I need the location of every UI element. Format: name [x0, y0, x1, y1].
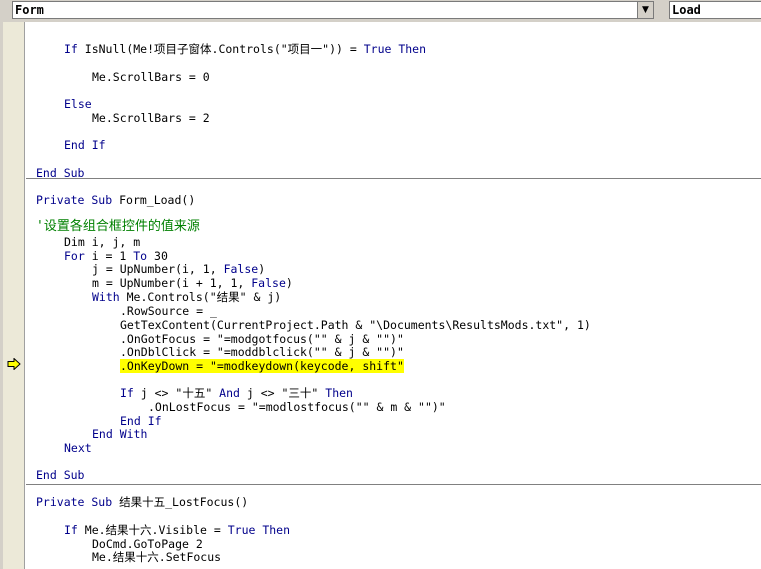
code-line: End With: [92, 427, 148, 441]
code-editor[interactable]: If IsNull(Me!项目子窗体.Controls("项目一")) = Tr…: [26, 22, 761, 569]
current-execution-line: .OnKeyDown = "=modkeydown(keycode, shift…: [120, 359, 404, 373]
object-combo-value: Form: [15, 3, 44, 17]
code-line: If j <> "十五" And j <> "三十" Then: [120, 386, 353, 400]
code-line: If IsNull(Me!项目子窗体.Controls("项目一")) = Tr…: [64, 42, 427, 56]
code-line: j = UpNumber(i, 1, False): [92, 262, 266, 276]
code-line: End If: [64, 138, 106, 152]
code-line: Dim i, j, m: [64, 235, 141, 249]
code-line: Else: [64, 97, 92, 111]
procedure-combo-value: Load: [672, 3, 701, 17]
code-line: Me.ScrollBars = 2: [92, 111, 210, 125]
code-line: Private Sub 结果十五_LostFocus(): [36, 495, 249, 509]
code-line: GetTexContent(CurrentProject.Path & "\Do…: [120, 318, 591, 332]
code-line: DoCmd.GoToPage 2: [92, 537, 203, 551]
code-line: .RowSource = _: [120, 304, 217, 318]
code-line: .OnLostFocus = "=modlostfocus("" & m & "…: [148, 400, 446, 414]
procedure-combo[interactable]: Load: [669, 1, 761, 19]
code-line: If Me.结果十六.Visible = True Then: [64, 523, 291, 537]
code-line: .OnDblClick = "=moddblclick("" & j & "")…: [120, 345, 404, 359]
code-line: With Me.Controls("结果" & j): [92, 290, 282, 304]
object-combo[interactable]: Form ▼: [12, 1, 654, 19]
chevron-down-icon[interactable]: ▼: [637, 2, 653, 18]
code-line: Me.结果十六.SetFocus: [92, 550, 222, 564]
margin-indicator-bar[interactable]: [3, 22, 25, 569]
code-comment: '设置各组合框控件的值来源: [36, 219, 200, 234]
code-line: m = UpNumber(i + 1, 1, False): [92, 276, 293, 290]
yellow-arrow-icon: [7, 358, 21, 370]
code-line: .OnGotFocus = "=modgotfocus("" & j & "")…: [120, 332, 404, 346]
code-line: Next: [64, 441, 92, 455]
procedure-bar: Form ▼ Load: [0, 0, 761, 22]
code-line: End Sub: [36, 468, 85, 482]
code-line: Private Sub Form_Load(): [36, 193, 196, 207]
code-line: End If: [120, 414, 162, 428]
code-line: Me.ScrollBars = 0: [92, 70, 210, 84]
code-line: End Sub: [36, 166, 85, 180]
code-line: For i = 1 To 30: [64, 249, 168, 263]
